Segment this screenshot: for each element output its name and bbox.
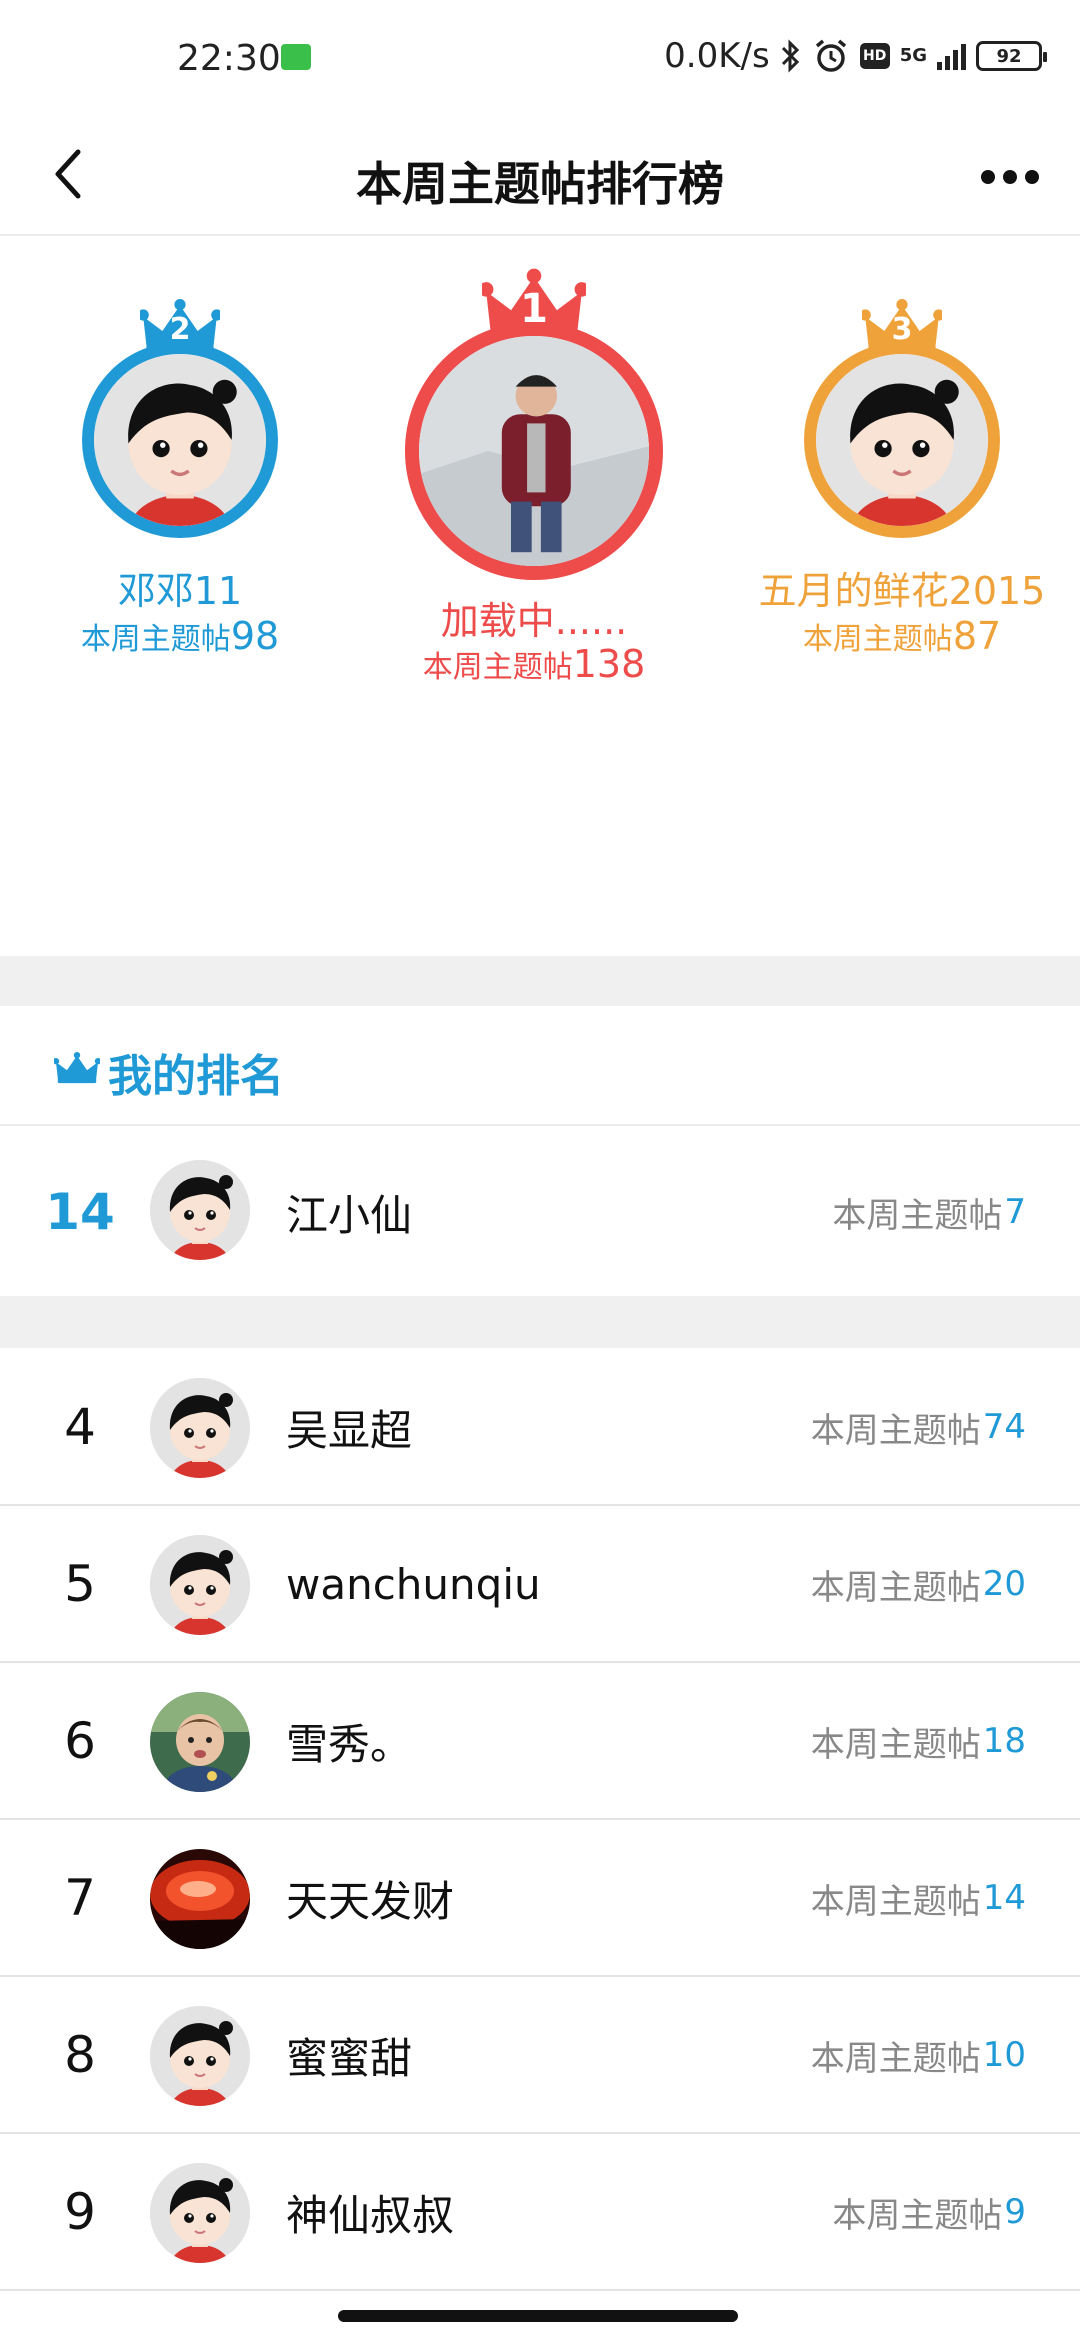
score: 本周主题帖 74: [811, 1350, 1026, 1504]
score-label: 本周主题帖: [832, 2195, 1003, 2236]
username: 神仙叔叔: [286, 2190, 455, 2240]
crown-icon: [54, 1052, 100, 1084]
avatar: [150, 1378, 250, 1478]
status-bar: 22:30 0.0K/s HD 5G 92: [0, 0, 1080, 120]
score-value: 10: [982, 2035, 1026, 2075]
score: 本周主题帖 7: [832, 1128, 1026, 1296]
alarm-icon: [815, 39, 846, 72]
score: 本周主题帖 10: [811, 1978, 1026, 2132]
rank-number: 4: [64, 1398, 96, 1456]
battery-icon: 92: [976, 41, 1047, 71]
list-item[interactable]: 7 天天发财 本周主题帖 14: [0, 1821, 1080, 1977]
username: 蜜蜜甜: [286, 2033, 413, 2083]
home-indicator[interactable]: [338, 2310, 738, 2322]
score: 本周主题帖 9: [832, 2135, 1026, 2289]
score-value: 20: [982, 1564, 1026, 1604]
score-value: 74: [982, 1407, 1026, 1447]
status-right-group: 0.0K/s HD 5G 92: [664, 34, 1047, 78]
section-divider: [0, 956, 1080, 1006]
score-label: 本周主题帖: [810, 1410, 981, 1451]
rank-number: 14: [45, 1183, 115, 1241]
my-ranking-row[interactable]: 14 江小仙 本周主题帖 7: [0, 1128, 1080, 1296]
score-label: 本周主题帖: [810, 1724, 981, 1765]
username: 雪秀。: [286, 1719, 413, 1769]
score-value: 7: [1004, 1192, 1026, 1232]
page-title: 本周主题帖排行榜: [356, 157, 724, 211]
avatar-image: [419, 336, 649, 566]
avatar-image: [150, 1378, 250, 1478]
score-value: 87: [952, 614, 1002, 658]
podium-third[interactable]: 3 五月的鲜花2015 本周主题帖87: [759, 298, 1045, 778]
network-speed: 0.0K/s: [664, 36, 770, 76]
username: 吴显超: [286, 1405, 413, 1455]
avatar: [150, 2163, 250, 2263]
avatar: [150, 1160, 250, 1260]
podium-avatar: [405, 322, 663, 580]
list-item[interactable]: 8 蜜蜜甜 本周主题帖 10: [0, 1978, 1080, 2134]
score-value: 9: [1004, 2192, 1026, 2232]
score-label: 本周主题帖: [80, 622, 231, 657]
username: 天天发财: [286, 1876, 455, 1926]
score: 本周主题帖 18: [811, 1664, 1026, 1818]
score: 本周主题帖 20: [811, 1507, 1026, 1661]
app-header: 本周主题帖排行榜: [0, 120, 1080, 236]
avatar: [150, 1849, 250, 1949]
score-value: 14: [982, 1878, 1026, 1918]
status-time: 22:30: [177, 38, 281, 79]
avatar-image: [150, 2006, 250, 2106]
score-label: 本周主题帖: [810, 1881, 981, 1922]
network-type: 5G: [899, 45, 927, 66]
score-label: 本周主题帖: [832, 1195, 1003, 1236]
rank-number: 7: [64, 1869, 96, 1927]
avatar-image: [94, 354, 266, 526]
avatar: [150, 2006, 250, 2106]
list-item[interactable]: 5 wanchunqiu 本周主题帖 20: [0, 1507, 1080, 1663]
rank-number: 6: [64, 1712, 96, 1770]
rank-number: 5: [64, 1555, 96, 1613]
username: wanchunqiu: [286, 1559, 541, 1609]
bluetooth-icon: [781, 39, 799, 73]
avatar-image: [816, 354, 988, 526]
score-label: 本周主题帖: [810, 2038, 981, 2079]
podium-first[interactable]: 1 加载中...... 本周主题帖138: [404, 312, 664, 792]
podium-score: 本周主题帖87: [702, 614, 1080, 658]
rank-number: 9: [64, 2183, 96, 2241]
list-item[interactable]: 9 神仙叔叔 本周主题帖 9: [0, 2135, 1080, 2291]
avatar-image: [150, 1692, 250, 1792]
score-value: 18: [982, 1721, 1026, 1761]
more-button[interactable]: [970, 142, 1050, 212]
avatar: [150, 1535, 250, 1635]
podium-score: 本周主题帖138: [304, 642, 764, 686]
podium-username: 加载中......: [440, 599, 628, 643]
avatar-image: [150, 2163, 250, 2263]
podium-username: 五月的鲜花2015: [758, 569, 1046, 613]
avatar-image: [150, 1535, 250, 1635]
avatar-image: [150, 1849, 250, 1949]
avatar-image: [150, 1160, 250, 1260]
my-ranking-title: 我的排名: [108, 1051, 284, 1102]
list-item[interactable]: 4 吴显超 本周主题帖 74: [0, 1350, 1080, 1506]
section-divider: [0, 1296, 1080, 1348]
score-value: 98: [230, 614, 280, 658]
my-ranking-header: 我的排名: [0, 1006, 1080, 1126]
more-dot: [981, 170, 995, 184]
avatar: [150, 1692, 250, 1792]
username: 江小仙: [286, 1190, 413, 1240]
more-dot: [1025, 170, 1039, 184]
list-item[interactable]: 6 雪秀。 本周主题帖 18: [0, 1664, 1080, 1820]
rank-number: 8: [64, 2026, 96, 2084]
podium-avatar: [804, 342, 1000, 538]
score-label: 本周主题帖: [810, 1567, 981, 1608]
score: 本周主题帖 14: [811, 1821, 1026, 1975]
more-dot: [1003, 170, 1017, 184]
signal-icon: [937, 42, 966, 70]
wechat-icon: [281, 44, 311, 70]
top-three-podium: 2 邓邓11 本周主题帖98 1 加载中...... 本周主题帖138 3 五月…: [0, 238, 1080, 956]
score-value: 138: [572, 642, 646, 686]
score-label: 本周主题帖: [802, 622, 953, 657]
podium-second[interactable]: 2 邓邓11 本周主题帖98: [80, 298, 280, 778]
score-label: 本周主题帖: [422, 650, 573, 685]
podium-avatar: [82, 342, 278, 538]
hd-icon: HD: [859, 43, 890, 69]
